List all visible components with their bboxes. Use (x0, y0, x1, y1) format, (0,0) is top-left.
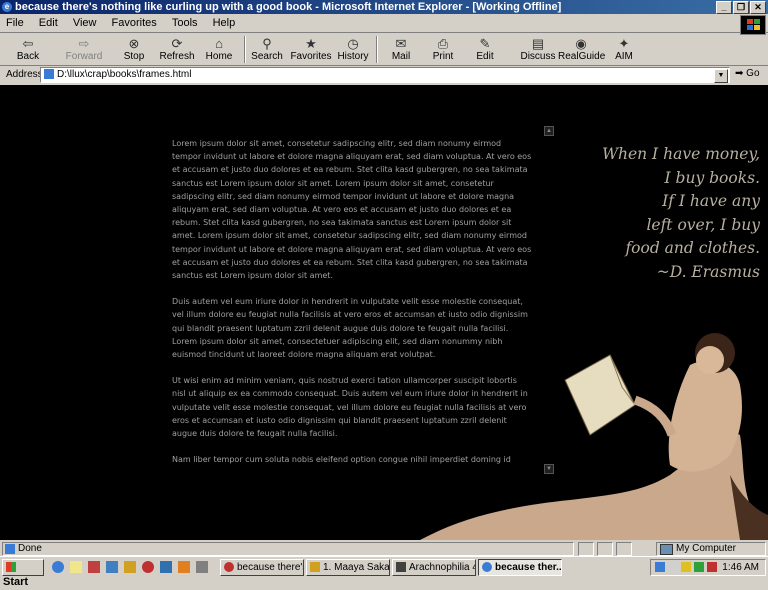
quicklaunch-outlook-icon[interactable] (70, 561, 82, 573)
favorites-folder-icon: ★ (305, 36, 317, 51)
back-arrow-icon: ⇦ (22, 36, 34, 51)
quicklaunch-app-icon[interactable] (196, 561, 208, 573)
history-icon: ◷ (347, 36, 359, 51)
system-tray: 1:46 AM (650, 559, 766, 576)
tray-app-icon[interactable] (707, 562, 717, 572)
menu-favorites[interactable]: Favorites (106, 15, 163, 29)
tray-volume-icon[interactable] (668, 562, 678, 572)
menu-file[interactable]: File (0, 15, 30, 29)
windows-throbber-icon (740, 15, 766, 35)
quicklaunch-app-icon[interactable] (178, 561, 190, 573)
page-content: Lorem ipsum dolor sit amet, consetetur s… (0, 85, 768, 540)
menu-view[interactable]: View (67, 15, 103, 29)
discuss-button[interactable]: ▤ Discuss (518, 34, 558, 65)
toolbar: ⇦ Back ⇨ Forward ⊗ Stop ⟳ Refresh ⌂ Home ⚲ Sea… (0, 34, 768, 66)
print-button[interactable]: ⎙ Print (423, 34, 463, 65)
go-button[interactable]: ➡ Go (735, 68, 760, 79)
quicklaunch-app-icon[interactable] (142, 561, 154, 573)
stop-icon: ⊗ (128, 36, 140, 51)
search-icon: ⚲ (262, 36, 272, 51)
back-button[interactable]: ⇦ Back (8, 34, 48, 65)
aim-running-man-icon: ✦ (618, 36, 630, 51)
discuss-icon: ▤ (531, 36, 545, 51)
stop-button[interactable]: ⊗ Stop (114, 34, 154, 65)
scroll-up-arrow-icon[interactable]: ▲ (544, 126, 554, 136)
address-bar: Address D:\llux\crap\books\frames.html ▼… (0, 66, 768, 83)
menu-bar: File Edit View Favorites Tools Help (0, 15, 768, 33)
page-icon (44, 69, 54, 79)
forward-arrow-icon: ⇨ (78, 36, 90, 51)
windows-flag-icon (6, 562, 16, 572)
menu-edit[interactable]: Edit (33, 15, 64, 29)
menu-tools[interactable]: Tools (166, 15, 204, 29)
close-button[interactable]: ✕ (750, 1, 766, 14)
erasmus-quote: When I have money, I buy books. If I hav… (602, 145, 760, 281)
printer-icon: ⎙ (437, 36, 449, 51)
reading-woman-image (420, 333, 768, 540)
realguide-button[interactable]: ◉ RealGuide (558, 34, 605, 65)
quicklaunch-app-icon[interactable] (106, 561, 118, 573)
address-label: Address (6, 69, 43, 80)
home-icon: ⌂ (215, 36, 223, 51)
history-button[interactable]: ◷ History (333, 34, 373, 65)
winamp-icon (310, 562, 320, 572)
realguide-icon: ◉ (575, 36, 587, 51)
ie-icon (224, 562, 234, 572)
search-button[interactable]: ⚲ Search (247, 34, 287, 65)
edit-document-icon: ✎ (479, 36, 491, 51)
clock[interactable]: 1:46 AM (722, 560, 759, 575)
status-page-icon (5, 544, 15, 554)
taskbar-button-ie-active[interactable]: because ther... (478, 559, 562, 576)
refresh-button[interactable]: ⟳ Refresh (157, 34, 197, 65)
address-dropdown-button[interactable]: ▼ (714, 69, 728, 83)
quicklaunch-app-icon[interactable] (124, 561, 136, 573)
home-button[interactable]: ⌂ Home (199, 34, 239, 65)
status-text: Done (2, 542, 574, 556)
aim-button[interactable]: ✦ AIM (604, 34, 644, 65)
quicklaunch-app-icon[interactable] (160, 561, 172, 573)
arachnophilia-icon (396, 562, 406, 572)
edit-button[interactable]: ✎ Edit (465, 34, 505, 65)
address-input[interactable]: D:\llux\crap\books\frames.html ▼ (40, 67, 730, 83)
title-bar: e because there's nothing like curling up… (0, 0, 768, 14)
toolbar-separator (376, 36, 378, 63)
status-bar: Done My Computer (0, 541, 768, 556)
maximize-button[interactable]: ❐ (733, 1, 749, 14)
mail-button[interactable]: ✉ Mail (381, 34, 421, 65)
status-pane (578, 542, 594, 556)
security-zone: My Computer (656, 542, 766, 556)
status-pane (616, 542, 632, 556)
my-computer-icon (660, 544, 673, 555)
minimize-button[interactable]: _ (716, 1, 732, 14)
favorites-button[interactable]: ★ Favorites (289, 34, 333, 65)
menu-help[interactable]: Help (207, 15, 242, 29)
address-url: D:\llux\crap\books\frames.html (57, 69, 192, 80)
tray-network-icon[interactable] (655, 562, 665, 572)
taskbar-button-winamp[interactable]: 1. Maaya Saka... (306, 559, 390, 576)
taskbar-button-arachnophilia[interactable]: Arachnophilia 4.... (392, 559, 476, 576)
quicklaunch-app-icon[interactable] (88, 561, 100, 573)
tray-app-icon[interactable] (694, 562, 704, 572)
taskbar: Start because there's ... 1. Maaya Saka.… (0, 556, 768, 588)
mail-icon: ✉ (395, 36, 407, 51)
quicklaunch-ie-icon[interactable] (52, 561, 64, 573)
paragraph: Lorem ipsum dolor sit amet, consetetur s… (172, 139, 532, 281)
go-arrow-icon: ➡ (735, 68, 744, 79)
ie-icon (482, 562, 492, 572)
tray-app-icon[interactable] (681, 562, 691, 572)
toolbar-separator (244, 36, 246, 63)
taskbar-button-ie[interactable]: because there's ... (220, 559, 304, 576)
window-title: because there's nothing like curling up … (15, 1, 562, 13)
status-pane (597, 542, 613, 556)
start-button[interactable]: Start (2, 559, 44, 588)
forward-button[interactable]: ⇨ Forward (62, 34, 106, 65)
refresh-icon: ⟳ (171, 36, 183, 51)
window-controls: _ ❐ ✕ (715, 1, 766, 15)
ie-logo-icon: e (2, 2, 12, 12)
